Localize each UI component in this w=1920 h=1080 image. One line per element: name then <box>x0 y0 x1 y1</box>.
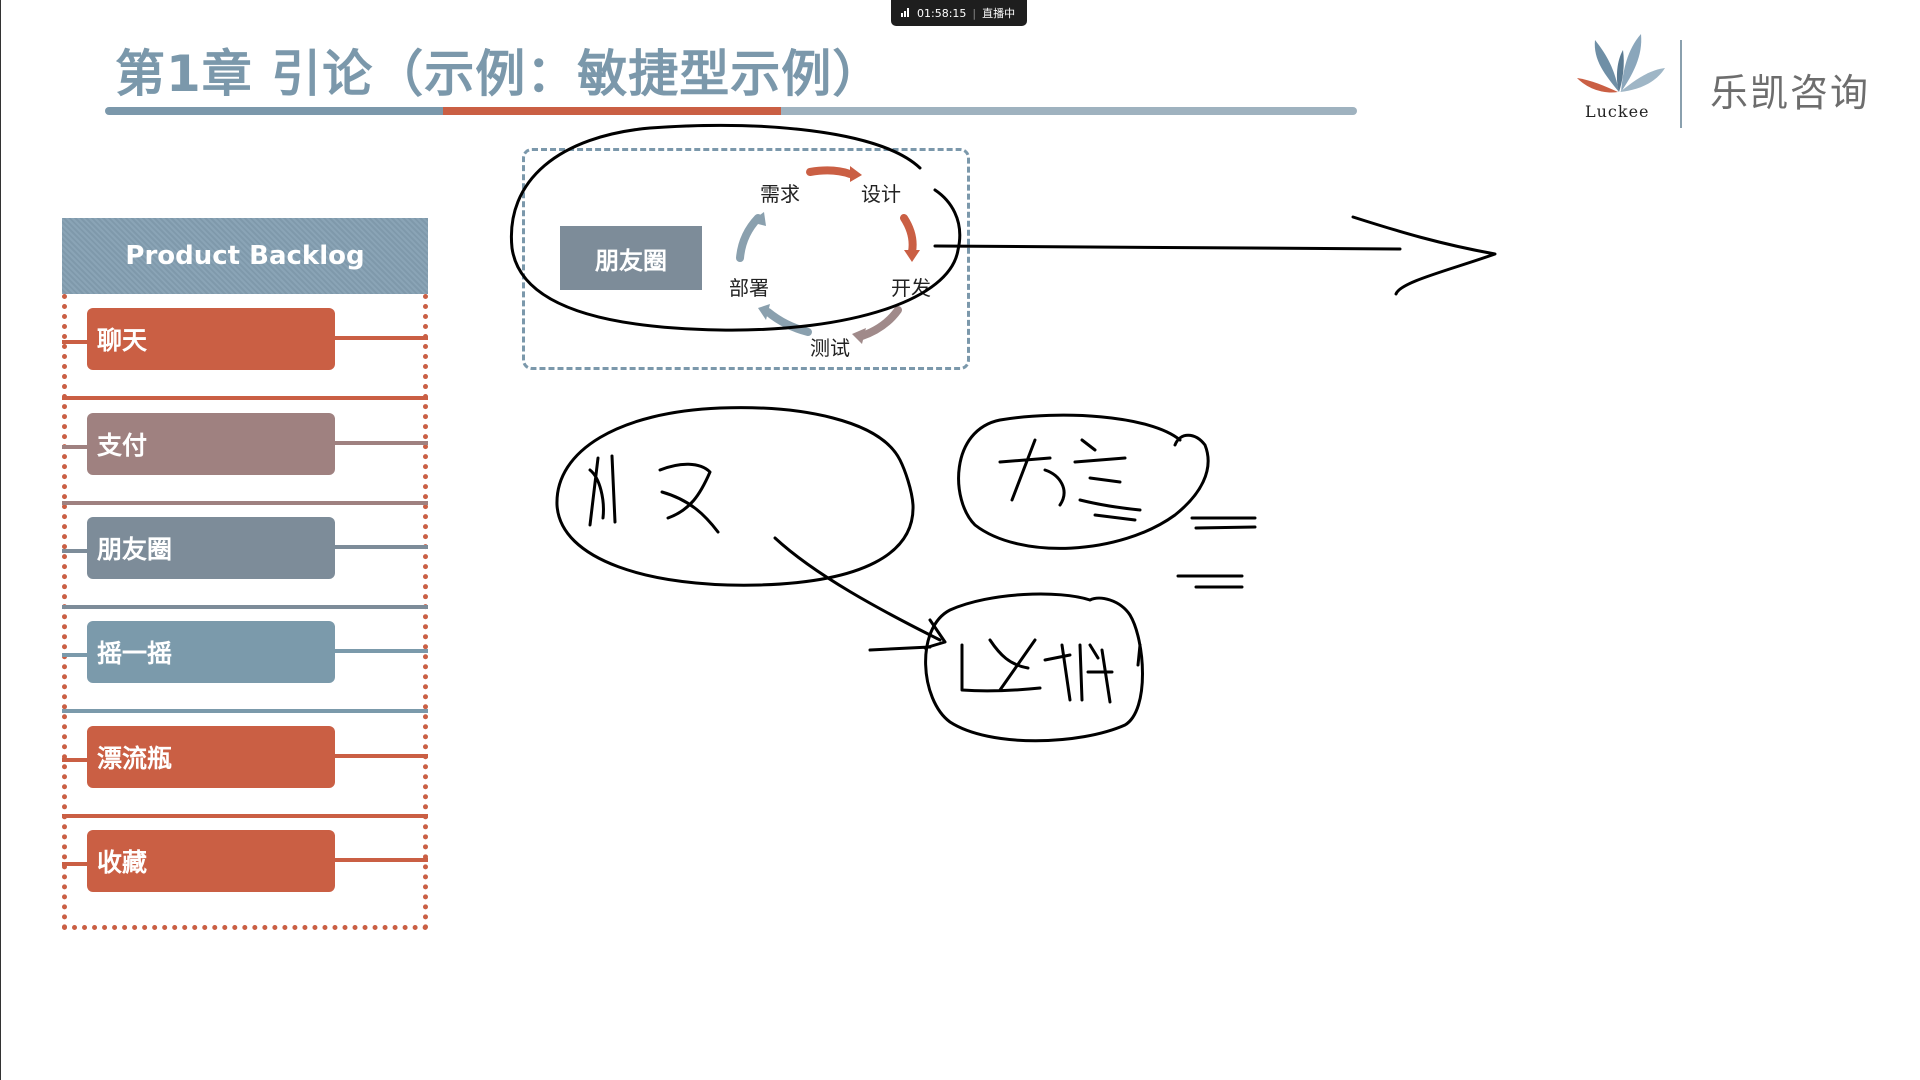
status-separator: | <box>972 6 977 20</box>
live-status-indicator: 01:58:15 | 直播中 <box>891 0 1027 26</box>
ink-equals-2 <box>1176 574 1244 589</box>
backlog-item-label: 朋友圈 <box>97 535 173 564</box>
backlog-item-label: 支付 <box>97 431 148 460</box>
backlog-item-label: 收藏 <box>97 848 148 877</box>
logo-wordmark: Luckee <box>1585 102 1650 121</box>
window-edge <box>0 0 1 1080</box>
ink-ellipse-shake <box>957 413 1210 550</box>
logo-divider <box>1680 40 1682 128</box>
ink-arrow-moments-to-payment-head <box>923 618 947 650</box>
backlog-item-shake[interactable]: 摇一摇 <box>87 621 335 683</box>
backlog-item-drift-bottle[interactable]: 漂流瓶 <box>87 726 335 788</box>
cycle-design: 设计 <box>861 182 901 206</box>
cycle-requirements: 需求 <box>760 182 800 206</box>
slide-title: 第1章 引论（示例：敏捷型示例） <box>115 45 884 103</box>
logo-company-name: 乐凯咨询 <box>1710 71 1871 115</box>
ink-scribble-shake <box>998 438 1142 522</box>
stream-time: 01:58:15 <box>917 6 967 20</box>
ink-ellipse-payment <box>924 592 1144 743</box>
ink-scribble-payment <box>960 638 1142 704</box>
cycle-develop: 开发 <box>891 276 931 300</box>
ink-arrow-head <box>1351 215 1497 296</box>
ink-arrow-moments-to-payment <box>773 536 942 642</box>
sprint-story-box[interactable]: 朋友圈 <box>560 226 702 290</box>
luckee-logo-icon <box>1577 34 1665 93</box>
backlog-item-label: 摇一摇 <box>97 639 173 668</box>
backlog-item-label: 聊天 <box>97 326 148 355</box>
cycle-deploy: 部署 <box>729 276 769 300</box>
backlog-item-payment[interactable]: 支付 <box>87 413 335 475</box>
cycle-test: 测试 <box>810 336 850 360</box>
product-backlog-header: Product Backlog <box>62 218 428 294</box>
backlog-item-favorites[interactable]: 收藏 <box>87 830 335 892</box>
live-label: 直播中 <box>982 7 1016 20</box>
title-underline <box>105 107 1357 115</box>
ink-equals-1 <box>1190 516 1257 530</box>
backlog-item-moments[interactable]: 朋友圈 <box>87 517 335 579</box>
ink-dash-payment <box>868 645 932 652</box>
ink-ellipse-moments <box>555 406 915 587</box>
backlog-item-chat[interactable]: 聊天 <box>87 308 335 370</box>
backlog-item-label: 漂流瓶 <box>97 744 173 773</box>
signal-icon <box>901 7 911 20</box>
ink-scribble-moments <box>588 454 720 534</box>
ink-arrow-line <box>933 244 1402 251</box>
